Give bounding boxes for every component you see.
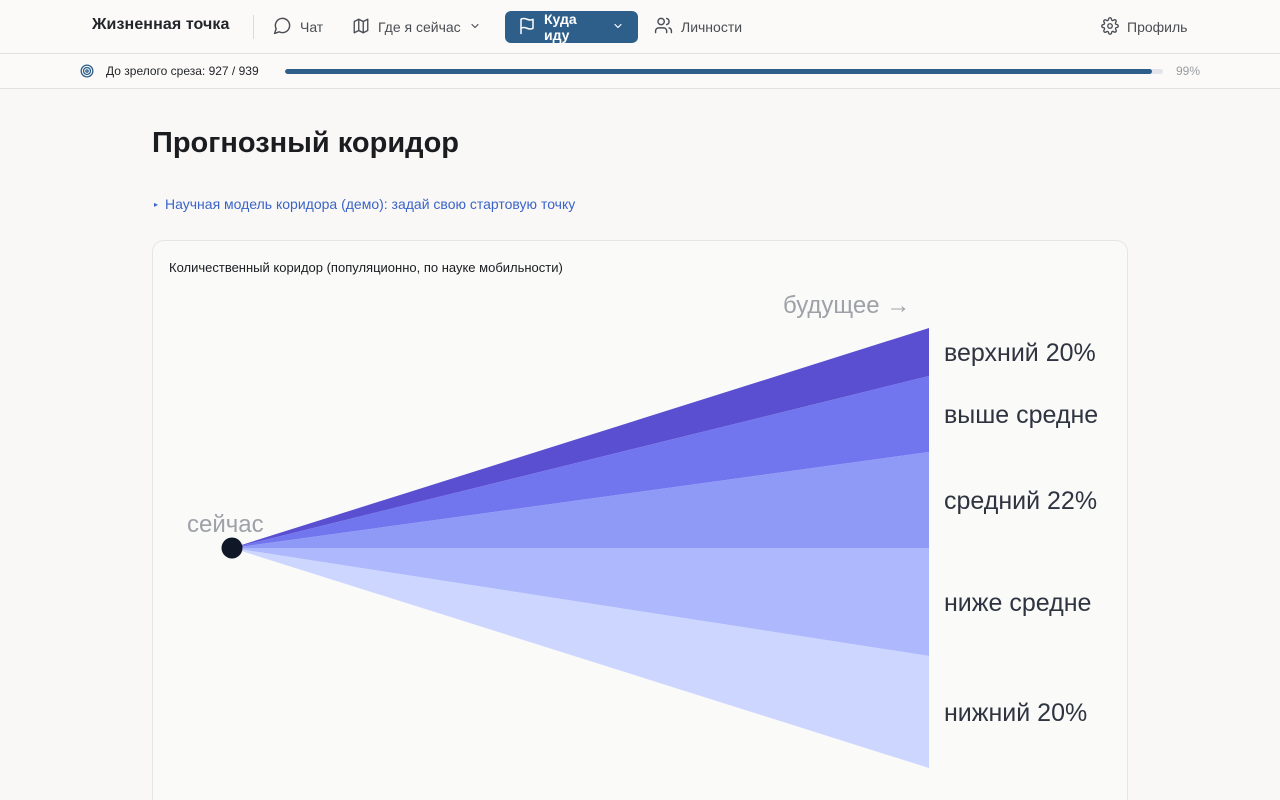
gear-icon: [1101, 16, 1119, 38]
demo-model-toggle[interactable]: ▸ Научная модель коридора (демо): задай …: [154, 196, 575, 212]
people-icon: [654, 16, 673, 38]
nav-going-label: Куда иду: [544, 11, 577, 43]
nav-where-am-i[interactable]: Где я сейчас: [352, 11, 481, 43]
nav-people-label: Личности: [681, 19, 743, 35]
corridor-band-label-1: верхний 20%: [944, 339, 1096, 367]
nav-where-label: Где я сейчас: [378, 19, 461, 35]
progress-bar-fill: [285, 69, 1152, 74]
corridor-chart: верхний 20% выше средне средний 22% ниже ср…: [187, 292, 1098, 768]
progress-row: До зрелого среза: 927 / 939 99%: [0, 54, 1280, 89]
corridor-labels: верхний 20% выше средне средний 22% ниже ср…: [944, 339, 1098, 727]
progress-bar: [285, 69, 1163, 74]
now-label: сейчас: [187, 511, 264, 538]
chevron-down-icon: [612, 19, 624, 35]
nav-divider: [253, 15, 254, 39]
corridor-band-label-4: ниже средне: [944, 589, 1091, 617]
disclosure-triangle-icon: ▸: [154, 199, 159, 209]
app-brand[interactable]: Жизненная точка: [92, 16, 230, 34]
top-navbar: Жизненная точка Чат Где я сейчас Куда ид…: [0, 0, 1280, 54]
nav-profile-label: Профиль: [1127, 19, 1188, 35]
progress-percent: 99%: [1176, 64, 1201, 78]
chat-icon: [273, 16, 292, 38]
chevron-down-icon: [469, 19, 481, 35]
nav-chat[interactable]: Чат: [273, 11, 323, 43]
corridor-band-label-5: нижний 20%: [944, 699, 1087, 727]
now-point: [221, 537, 243, 559]
nav-chat-label: Чат: [300, 19, 324, 35]
corridor-band-label-2: выше средне: [944, 401, 1098, 429]
corridor-band-label-3: средний 22%: [944, 487, 1097, 515]
nav-people[interactable]: Личности: [654, 11, 742, 43]
nav-profile[interactable]: Профиль: [1101, 11, 1187, 43]
flag-icon: [518, 17, 536, 38]
corridor-card: Количественный коридор (популяционно, по…: [152, 240, 1128, 800]
nav-where-going[interactable]: Куда иду: [505, 11, 638, 43]
target-icon: [80, 64, 94, 83]
corridor-bands: [232, 328, 929, 768]
page-title: Прогнозный коридор: [152, 127, 460, 159]
future-label: будущее →: [783, 292, 910, 319]
map-icon: [352, 17, 370, 38]
progress-label: До зрелого среза: 927 / 939: [106, 64, 259, 78]
demo-model-link-label: Научная модель коридора (демо): задай св…: [165, 196, 576, 212]
